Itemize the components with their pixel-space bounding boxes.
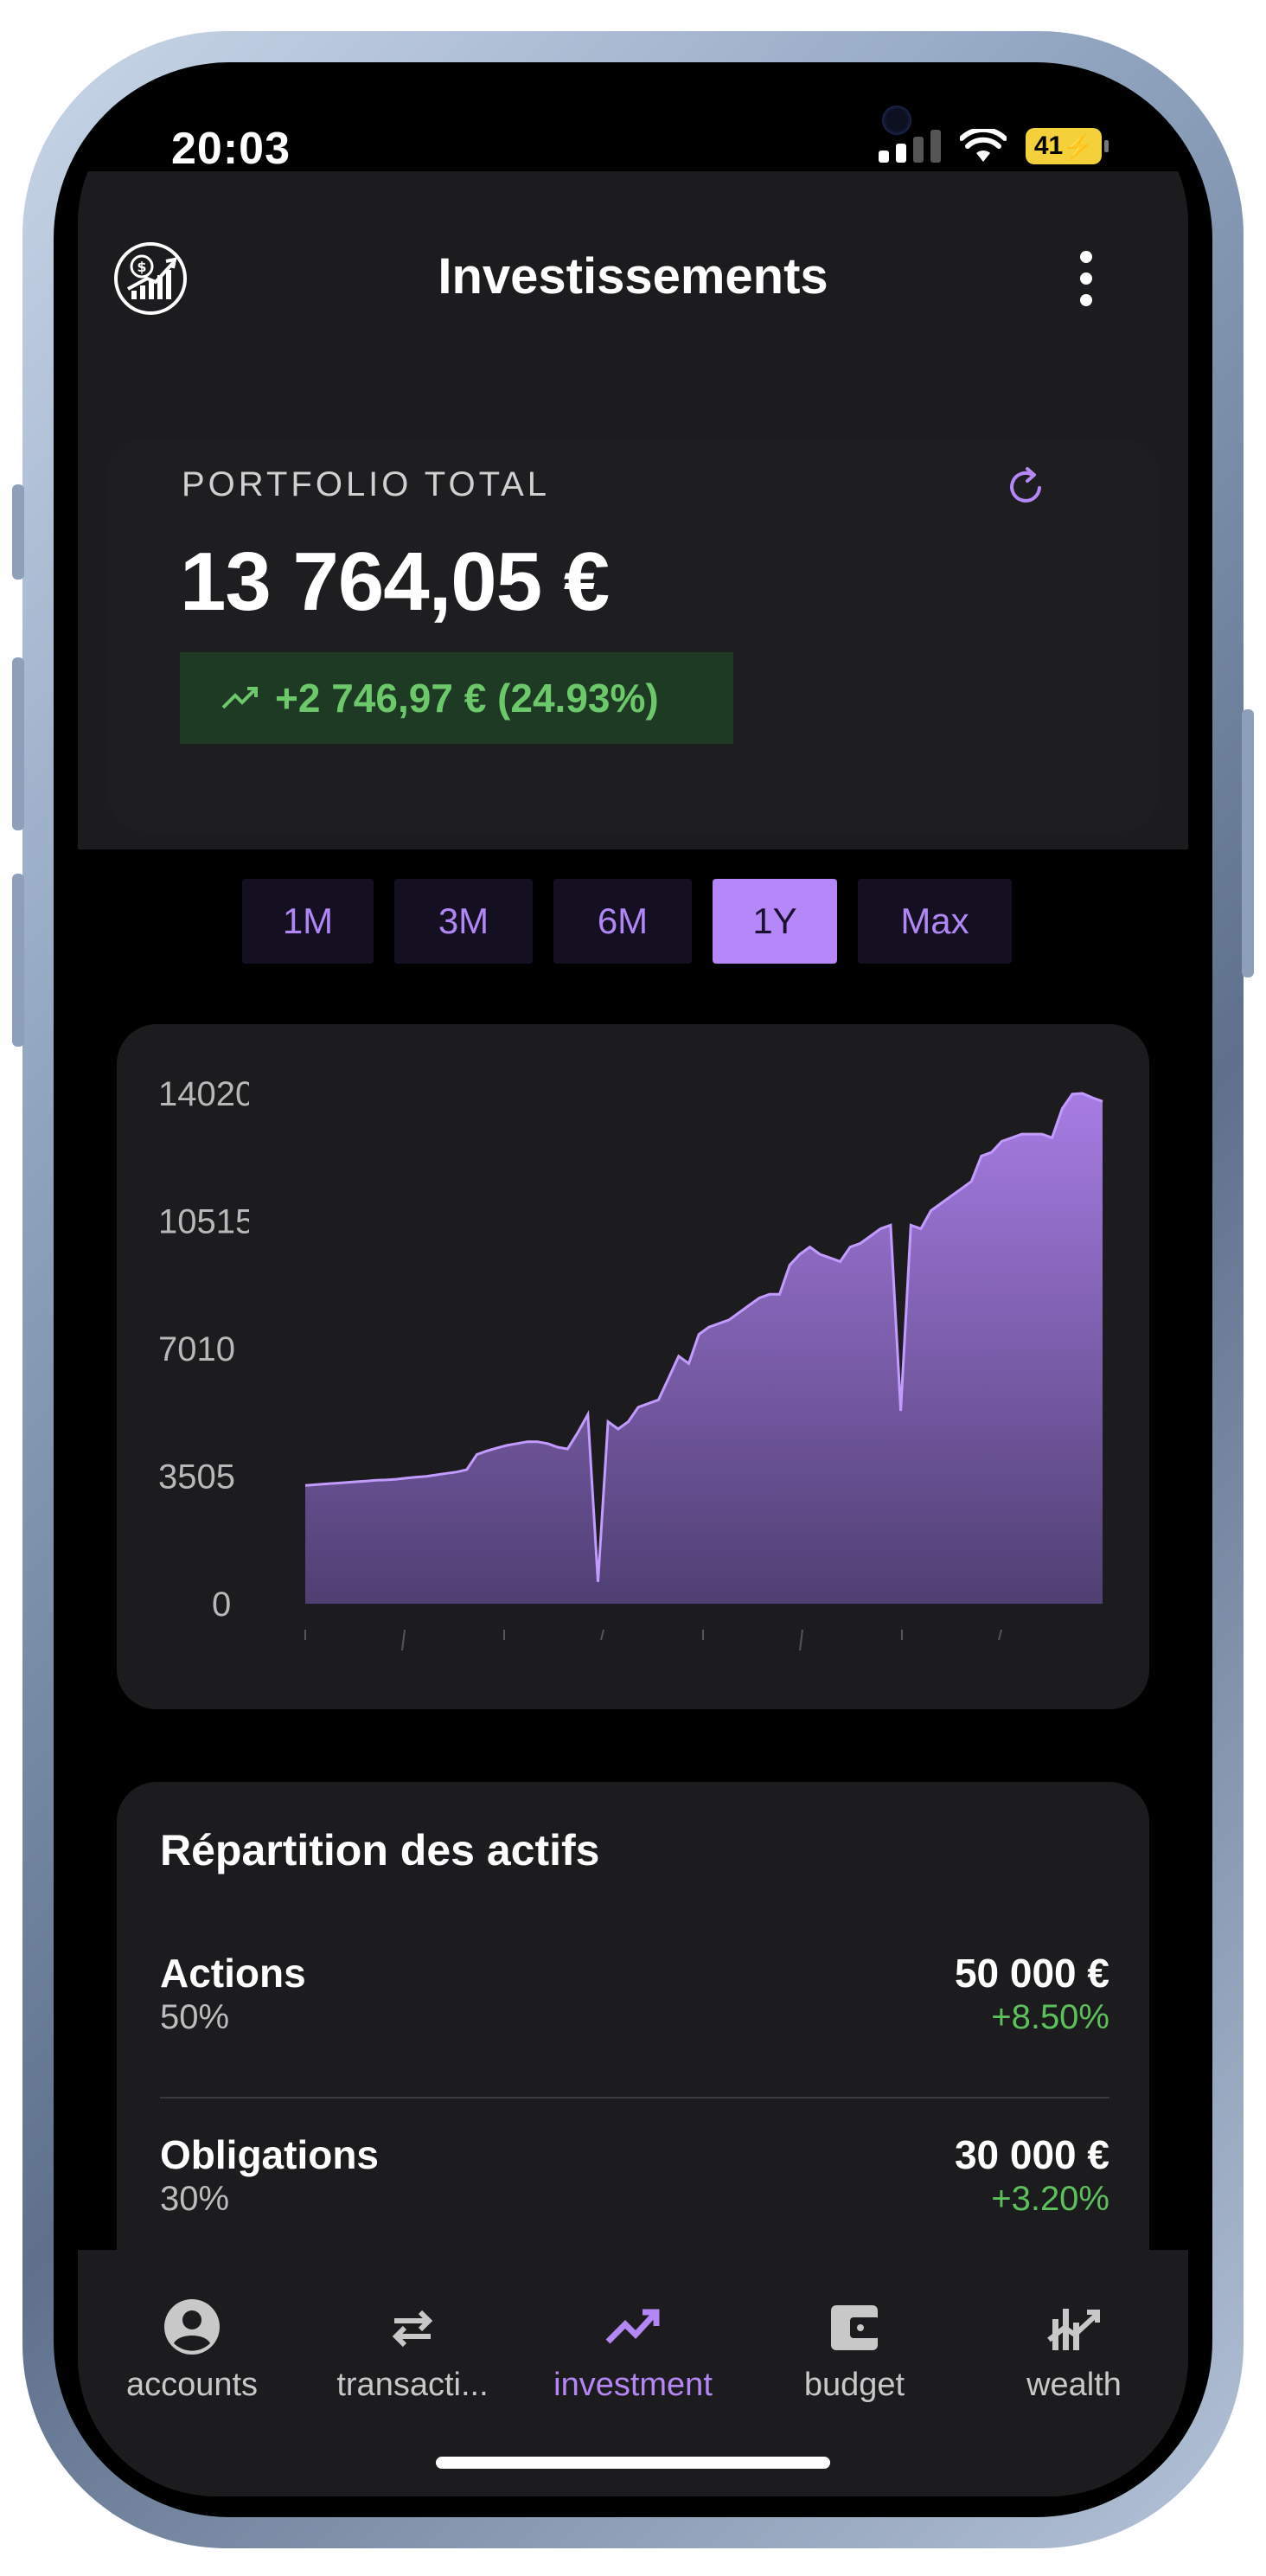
nav-label: accounts: [125, 2367, 259, 2403]
swap-arrows-icon: [392, 2310, 433, 2348]
nav-label: wealth: [1026, 2367, 1122, 2403]
x-tick: [401, 1629, 406, 1651]
allocation-amount: 50 000 €: [954, 1951, 1109, 1996]
tab-1y[interactable]: 1Y: [713, 879, 837, 964]
page-title: Investissements: [438, 248, 828, 304]
allocation-amount: 30 000 €: [954, 2132, 1109, 2177]
phone-screen: 20:03 41 ⚡ $ Investissements PORTFOLIO T…: [78, 85, 1188, 2496]
y-axis-gutter: [249, 1076, 292, 1630]
allocation-name: Actions: [160, 1951, 306, 1996]
nav-transactions[interactable]: transacti...: [309, 2297, 516, 2404]
x-tick: [998, 1629, 1002, 1641]
battery-level: 41: [1033, 131, 1064, 160]
portfolio-total: 13 764,05 €: [180, 535, 610, 628]
nav-investment[interactable]: investment: [529, 2297, 737, 2404]
status-time: 20:03: [171, 124, 291, 174]
portfolio-chart-card: 14020 10515 7010 3505 0: [117, 1024, 1149, 1709]
account-circle-icon: [164, 2299, 220, 2355]
allocation-name: Obligations: [160, 2132, 379, 2177]
allocation-item-obligations[interactable]: Obligations 30% 30 000 € +3.20%: [160, 2131, 1109, 2270]
allocation-change: +3.20%: [991, 2180, 1109, 2218]
portfolio-label: PORTFOLIO TOTAL: [182, 465, 551, 503]
allocation-divider: [160, 2097, 1109, 2099]
more-options-icon[interactable]: [1077, 251, 1095, 306]
refresh-icon[interactable]: [1001, 462, 1050, 510]
x-tick: [600, 1629, 604, 1641]
allocation-title: Répartition des actifs: [160, 1826, 600, 1874]
wifi-icon: [960, 129, 1007, 162]
side-button-right: [1242, 709, 1254, 977]
cellular-signal-icon: [879, 130, 941, 163]
home-indicator: [436, 2457, 830, 2469]
y-tick-label: 7010: [158, 1330, 235, 1368]
nav-label: budget: [803, 2367, 905, 2403]
nav-accounts[interactable]: accounts: [88, 2297, 296, 2404]
battery-icon: 41 ⚡: [1026, 128, 1109, 164]
y-tick-label: 10515: [158, 1203, 254, 1241]
x-tick: [799, 1629, 803, 1651]
side-button-left-3: [12, 874, 24, 1047]
side-button-left-1: [12, 484, 24, 580]
tab-3m[interactable]: 3M: [394, 879, 533, 964]
nav-label: transacti...: [336, 2367, 489, 2403]
y-tick-label: 14020: [158, 1075, 254, 1113]
allocation-percent: 50%: [160, 1998, 230, 2036]
allocation-change: +8.50%: [991, 1998, 1109, 2036]
app-header: [78, 171, 1188, 439]
allocation-item-actions[interactable]: Actions 50% 50 000 € +8.50%: [160, 1950, 1109, 2088]
range-tabs: 1M 3M 6M 1Y Max: [242, 879, 1012, 964]
allocation-percent: 30%: [160, 2180, 230, 2218]
wealth-chart-icon: [1047, 2309, 1100, 2350]
tab-max[interactable]: Max: [858, 879, 1012, 964]
portfolio-area-chart: 14020 10515 7010 3505 0: [158, 1075, 1103, 1651]
trending-up-icon: [605, 2309, 660, 2344]
tab-1m[interactable]: 1M: [242, 879, 374, 964]
wallet-icon: [831, 2305, 879, 2350]
nav-wealth[interactable]: wealth: [970, 2297, 1178, 2404]
chart-area: [305, 1093, 1103, 1604]
y-tick-label: 0: [212, 1586, 231, 1624]
nav-label: investment: [553, 2367, 713, 2403]
status-icons: 41 ⚡: [879, 128, 1109, 164]
y-tick-label: 3505: [158, 1458, 235, 1496]
nav-budget[interactable]: budget: [751, 2297, 958, 2404]
portfolio-gain: +2 746,97 € (24.93%): [275, 676, 659, 721]
side-button-left-2: [12, 657, 24, 830]
trending-up-icon: [221, 687, 258, 709]
portfolio-gain-badge: +2 746,97 € (24.93%): [180, 652, 733, 744]
notch: [424, 85, 911, 173]
tab-6m[interactable]: 6M: [553, 879, 692, 964]
